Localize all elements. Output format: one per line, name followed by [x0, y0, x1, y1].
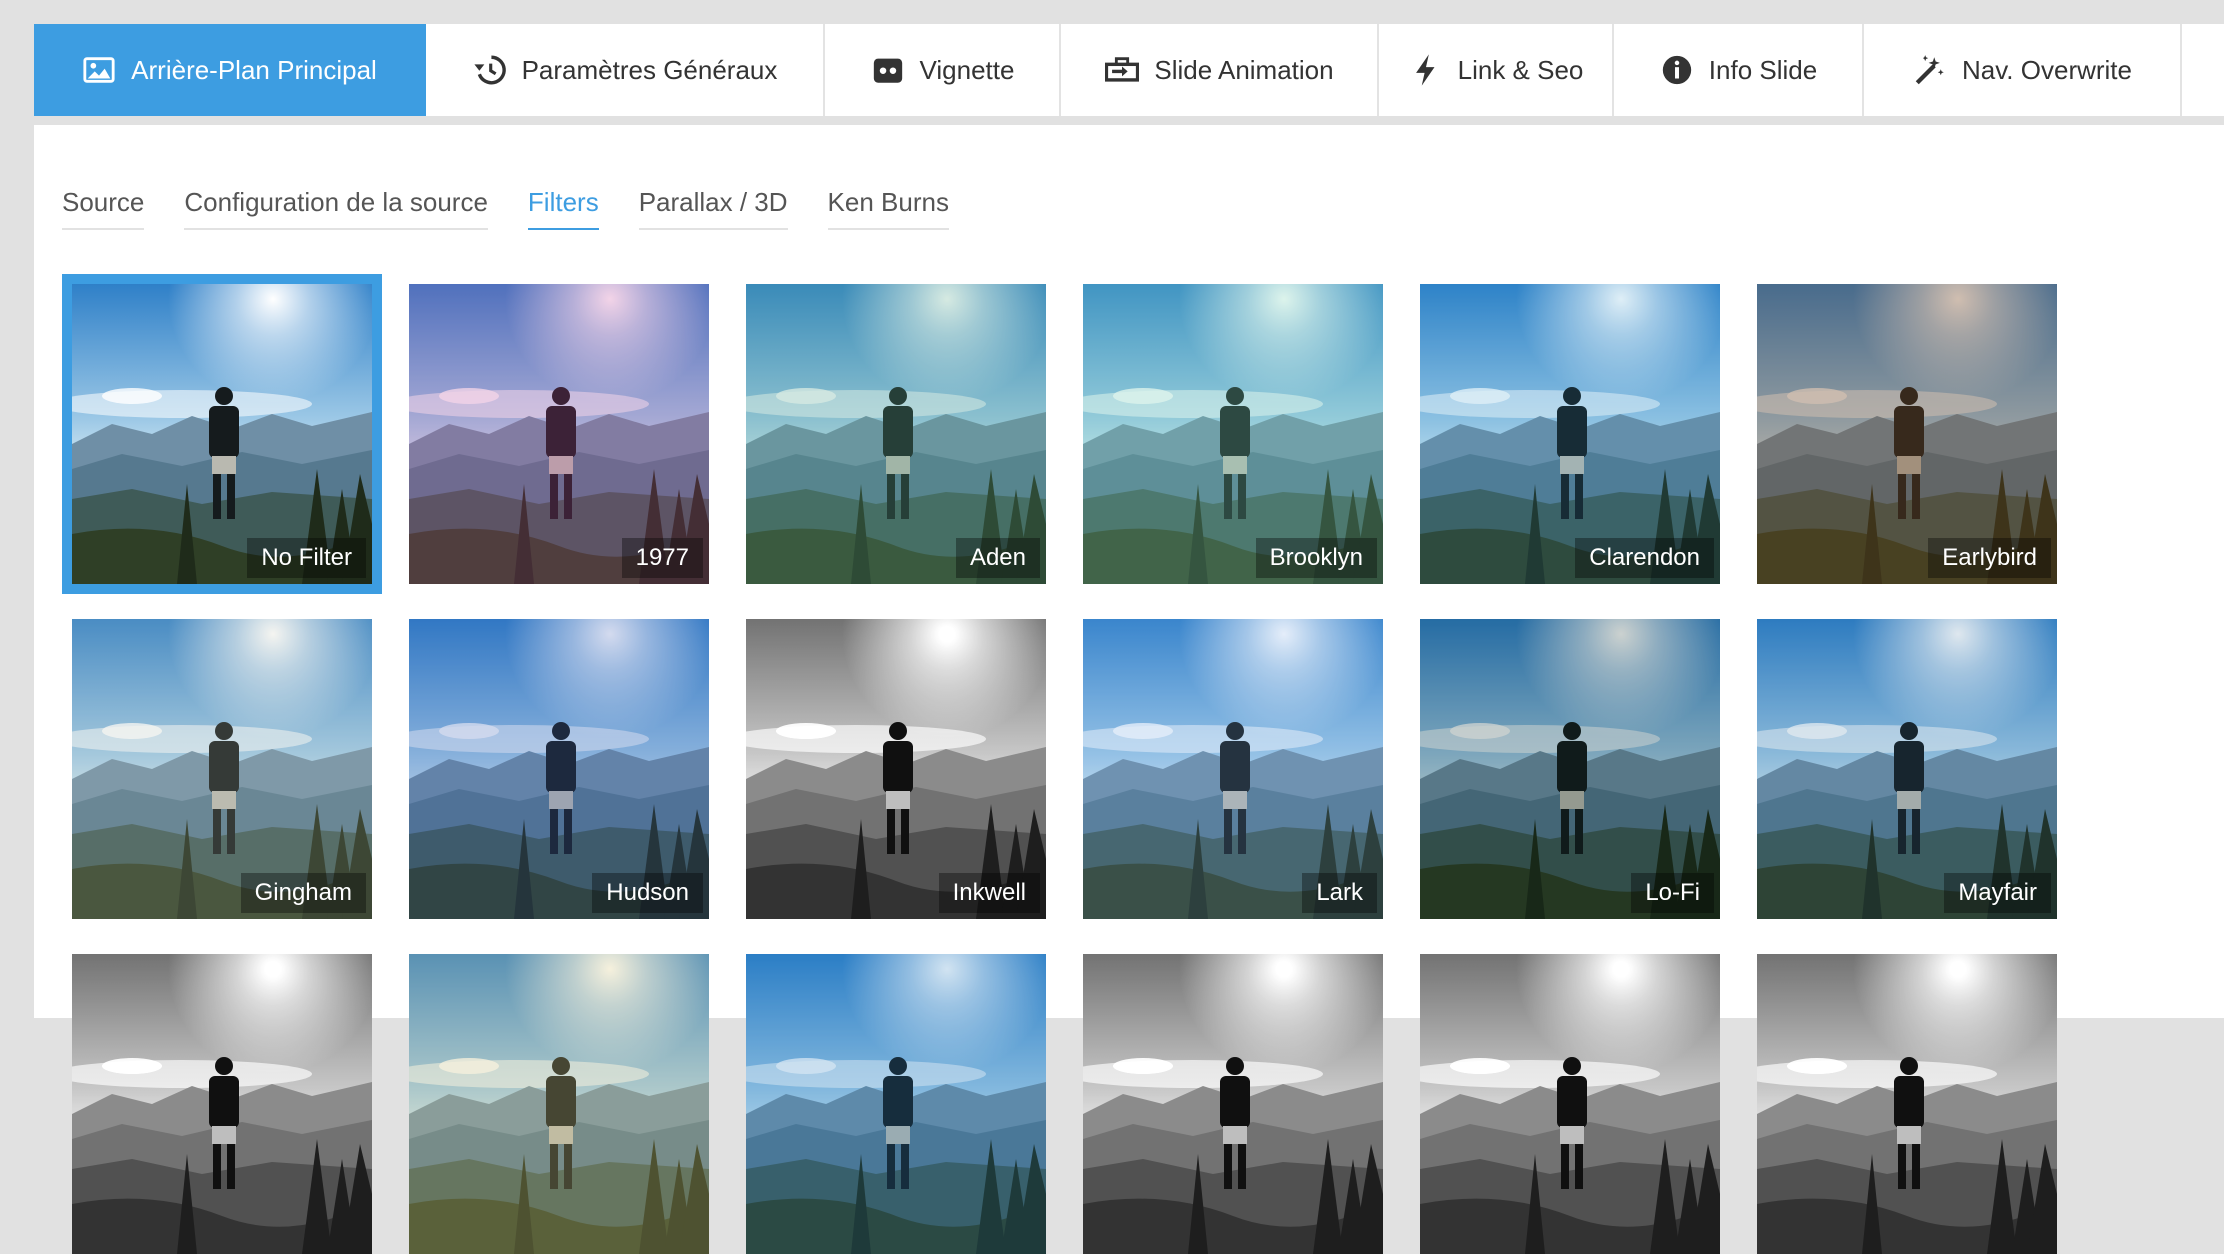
filter-label: Gingham — [240, 873, 366, 913]
filter-thumbnail[interactable]: Earlybird — [1757, 284, 2057, 584]
subtab-ken-burns[interactable]: Ken Burns — [827, 187, 949, 230]
filter-thumbnail[interactable] — [72, 954, 372, 1254]
tab-link-seo[interactable]: Link & Seo — [1379, 24, 1614, 116]
tab-nav-overwrite[interactable]: Nav. Overwrite — [1864, 24, 2182, 116]
filter-thumbnail[interactable]: Gingham — [72, 619, 372, 919]
filter-thumbnail[interactable]: No Filter — [62, 274, 382, 594]
sub-tab-bar: Source Configuration de la source Filter… — [62, 187, 949, 230]
filter-label: 1977 — [621, 538, 703, 578]
filter-thumbnail[interactable]: Lo-Fi — [1420, 619, 1720, 919]
content-panel: Source Configuration de la source Filter… — [34, 125, 2224, 1254]
filter-label: Clarendon — [1575, 538, 1714, 578]
filter-thumbnail[interactable]: Clarendon — [1420, 284, 1720, 584]
tab-slide-animation[interactable]: Slide Animation — [1061, 24, 1379, 116]
tab-label: Slide Animation — [1154, 54, 1334, 85]
filter-thumbnail[interactable] — [1083, 954, 1383, 1254]
filter-thumbnail[interactable] — [1420, 954, 1720, 1254]
subtab-configuration-source[interactable]: Configuration de la source — [184, 187, 488, 230]
filter-label: Brooklyn — [1255, 538, 1377, 578]
filter-preview-image — [72, 954, 372, 1254]
tab-label: Arrière-Plan Principal — [131, 54, 377, 85]
filter-label: Lo-Fi — [1631, 873, 1714, 913]
filter-grid: No Filter 1977 Aden Brooklyn Clarendon E… — [62, 274, 2057, 1254]
filter-thumbnail[interactable]: Mayfair — [1757, 619, 2057, 919]
filter-label: Hudson — [592, 873, 703, 913]
tab-label: Paramètres Généraux — [521, 54, 778, 85]
tab-label: Link & Seo — [1457, 54, 1584, 85]
filter-thumbnail[interactable] — [1757, 954, 2057, 1254]
info-icon — [1659, 52, 1695, 88]
magic-wand-icon — [1912, 52, 1948, 88]
filter-tint-overlay — [409, 954, 709, 1254]
filter-preview-image — [1083, 954, 1383, 1254]
filter-preview-image — [1420, 954, 1720, 1254]
filter-label: Lark — [1302, 873, 1377, 913]
filter-thumbnail[interactable]: 1977 — [409, 284, 709, 584]
filter-label: Aden — [955, 538, 1040, 578]
filter-thumbnail[interactable]: Lark — [1083, 619, 1383, 919]
thumbnail-icon — [870, 52, 906, 88]
tab-arriere-plan-principal[interactable]: Arrière-Plan Principal — [34, 24, 426, 116]
filter-tint-overlay — [746, 954, 1046, 1254]
subtab-source[interactable]: Source — [62, 187, 145, 230]
tab-info-slide[interactable]: Info Slide — [1614, 24, 1864, 116]
filter-label: Earlybird — [1928, 538, 2051, 578]
filter-label: No Filter — [247, 538, 366, 578]
filter-label: Mayfair — [1944, 873, 2051, 913]
bolt-icon — [1408, 52, 1444, 88]
filter-thumbnail[interactable]: Brooklyn — [1083, 284, 1383, 584]
tab-vignette[interactable]: Vignette — [825, 24, 1061, 116]
image-icon — [81, 52, 117, 88]
subtab-parallax-3d[interactable]: Parallax / 3D — [638, 187, 788, 230]
filter-thumbnail[interactable] — [746, 954, 1046, 1254]
tab-label: Nav. Overwrite — [1962, 54, 2132, 85]
top-tab-bar: Arrière-Plan Principal Paramètres Généra… — [34, 24, 2224, 125]
subtab-filters[interactable]: Filters — [527, 187, 599, 230]
filter-thumbnail[interactable]: Hudson — [409, 619, 709, 919]
filter-thumbnail[interactable]: Inkwell — [746, 619, 1046, 919]
slide-animation-icon — [1104, 52, 1140, 88]
tab-parametres-generaux[interactable]: Paramètres Généraux — [426, 24, 825, 116]
history-icon — [472, 52, 508, 88]
tab-label: Info Slide — [1708, 54, 1818, 85]
filter-preview-image — [1757, 954, 2057, 1254]
filter-thumbnail[interactable]: Aden — [746, 284, 1046, 584]
filter-label: Inkwell — [938, 873, 1040, 913]
tab-label: Vignette — [919, 54, 1015, 85]
filter-thumbnail[interactable] — [409, 954, 709, 1254]
